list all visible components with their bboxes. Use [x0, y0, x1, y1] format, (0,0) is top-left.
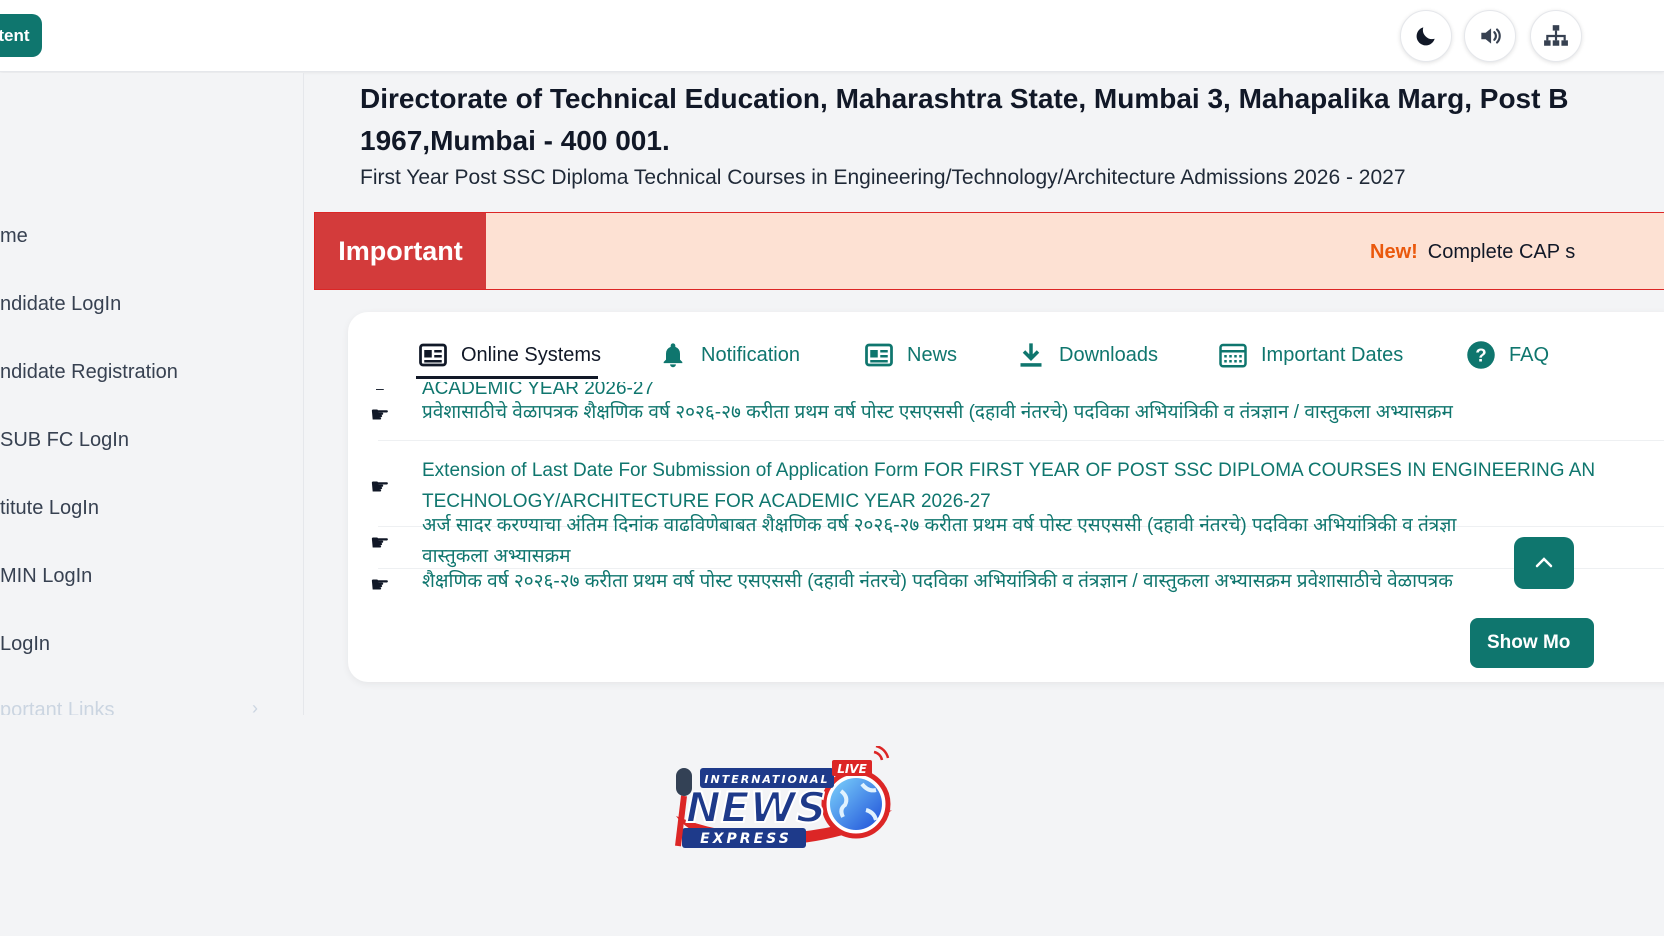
question-icon: ? [1466, 340, 1496, 370]
tab-label: Important Dates [1261, 343, 1404, 366]
screen-reader-button[interactable] [1464, 10, 1516, 62]
bell-icon [658, 340, 688, 370]
sitemap-icon [1544, 25, 1568, 46]
marquee-text[interactable]: New! Complete CAP s [1370, 241, 1575, 264]
chevron-up-icon [1535, 557, 1553, 568]
notice-link[interactable]: Extension of Last Date For Submission of… [422, 456, 1595, 486]
notice-card: Online Systems Notification News Downloa… [348, 312, 1664, 682]
sidebar-item-home[interactable]: me [0, 225, 28, 248]
tab-label: Notification [701, 343, 800, 366]
moon-icon [1416, 27, 1435, 46]
logo-bottom-text: EXPRESS [700, 831, 792, 847]
calendar-icon [1218, 340, 1248, 370]
important-label: Important [315, 213, 486, 289]
dark-mode-button[interactable] [1400, 10, 1452, 62]
tab-news[interactable]: News [864, 340, 957, 370]
page-subtitle: First Year Post SSC Diploma Technical Co… [360, 166, 1406, 189]
sidebar-item-sub-fc-login[interactable]: SUB FC LogIn [0, 429, 129, 452]
newspaper-icon [864, 340, 894, 370]
sidebar-item-institute-login[interactable]: titute LogIn [0, 497, 99, 520]
international-news-express-logo: INTERNATIONAL LIVE NEWS EXPRESS [675, 746, 892, 848]
logo-main-text: NEWS [686, 783, 826, 832]
pointing-hand-icon: ☛ [370, 572, 390, 597]
newspaper-icon [418, 340, 448, 370]
pointing-hand-icon: ☛ [370, 474, 390, 499]
notice-link[interactable]: अर्ज सादर करण्याचा अंतिम दिनांक वाढविणेब… [422, 511, 1456, 541]
sidebar-item-candidate-registration[interactable]: ndidate Registration [0, 361, 178, 384]
page-title: Directorate of Technical Education, Maha… [360, 83, 1569, 114]
sitemap-button[interactable] [1530, 10, 1582, 62]
scroll-to-top-button[interactable] [1514, 537, 1574, 589]
row-divider [378, 440, 1664, 441]
pointing-hand-icon: ☛ [370, 530, 390, 555]
tab-important-dates[interactable]: Important Dates [1218, 340, 1403, 370]
list-dash: – [376, 382, 384, 396]
chevron-right-icon: › [252, 698, 258, 715]
download-icon [1016, 340, 1046, 370]
pointing-hand-icon: ☛ [370, 402, 390, 427]
notice-link[interactable]: प्रवेशासाठीचे वेळापत्रक शैक्षणिक वर्ष २०… [422, 398, 1453, 428]
active-tab-indicator [416, 376, 598, 379]
tab-faq[interactable]: ? FAQ [1466, 340, 1549, 370]
sidebar-item-candidate-login[interactable]: ndidate LogIn [0, 293, 121, 316]
skip-to-content-button[interactable]: ntent [0, 14, 42, 57]
svg-text:?: ? [1475, 344, 1486, 365]
new-badge: New! [1370, 241, 1418, 263]
tab-online-systems[interactable]: Online Systems [418, 340, 601, 370]
tab-label: Online Systems [461, 343, 602, 366]
speaker-icon [1481, 28, 1501, 44]
tab-notification[interactable]: Notification [658, 340, 800, 370]
tab-label: Downloads [1059, 343, 1158, 366]
sidebar: me ndidate LogIn ndidate Registration SU… [0, 73, 304, 715]
logo-live-text: LIVE [837, 762, 867, 776]
important-banner: Important New! Complete CAP s [314, 212, 1664, 290]
notice-link[interactable]: शैक्षणिक वर्ष २०२६-२७ करीता प्रथम वर्ष प… [422, 567, 1453, 597]
page-title-line2: 1967,Mumbai - 400 001. [360, 125, 670, 156]
tab-label: FAQ [1509, 343, 1550, 366]
notice-list: – ACADEMIC YEAR 2026-27 ☛ प्रवेशासाठीचे … [348, 382, 1664, 602]
show-more-button[interactable]: Show Mo [1470, 618, 1595, 668]
sidebar-item-admin-login[interactable]: MIN LogIn [0, 565, 92, 588]
sidebar-item-important-links[interactable]: portant Links [0, 699, 115, 715]
sidebar-item-login[interactable]: LogIn [0, 633, 50, 656]
top-bar: ntent [0, 0, 1664, 72]
tab-label: News [907, 343, 958, 366]
marquee-message: Complete CAP s [1427, 241, 1576, 263]
tab-downloads[interactable]: Downloads [1016, 340, 1158, 370]
